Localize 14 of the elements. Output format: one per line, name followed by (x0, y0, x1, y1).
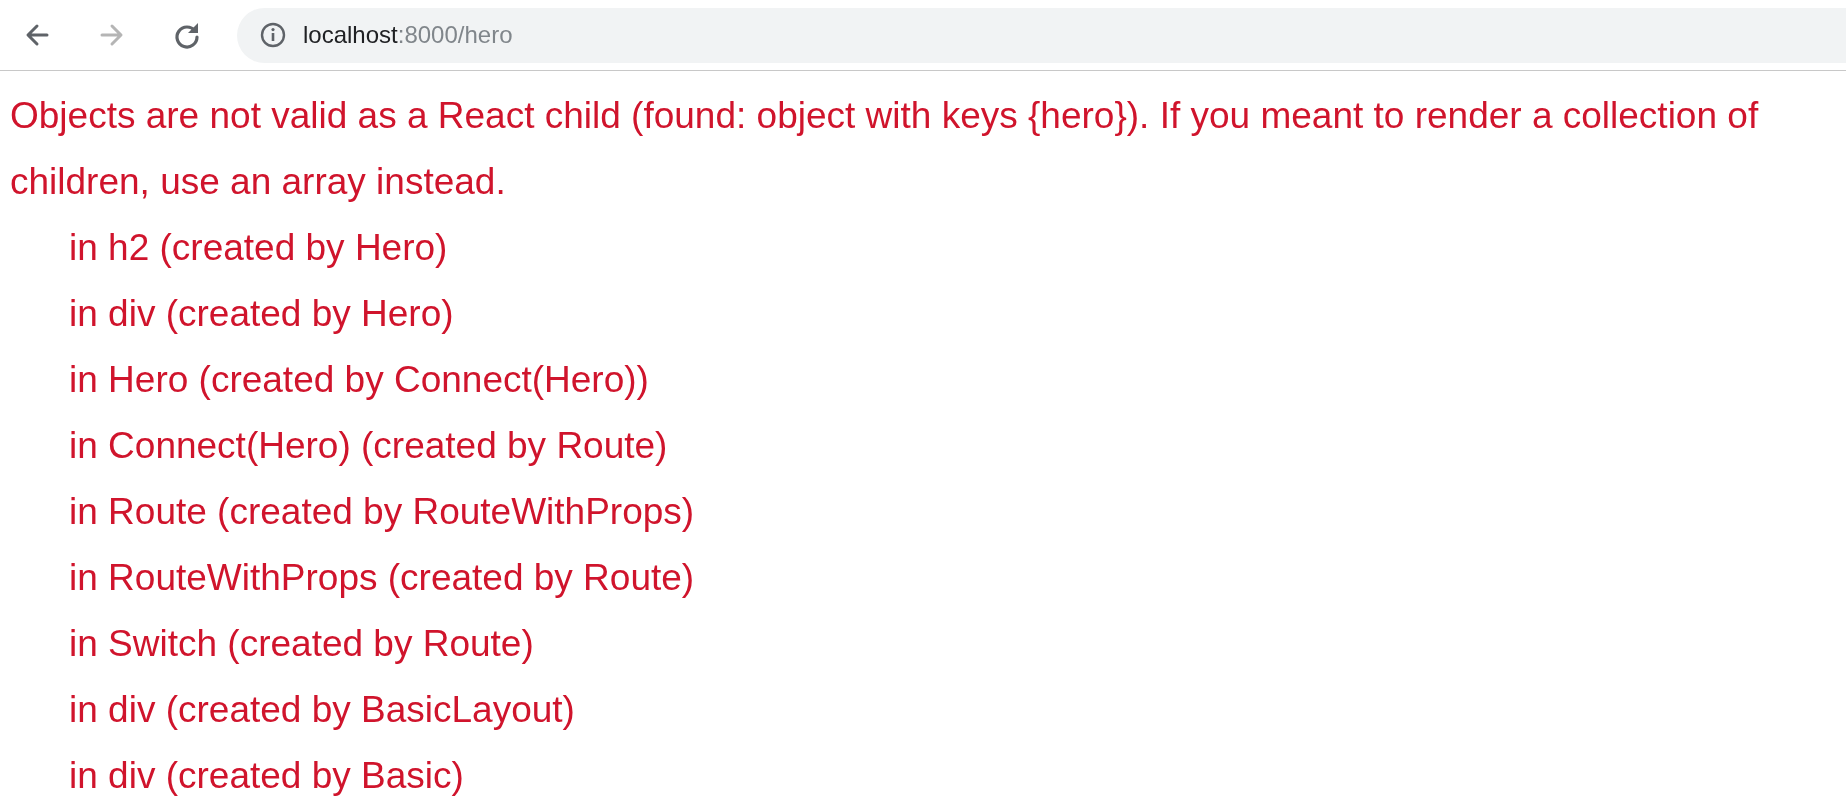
stack-trace-line: in div (created by Basic) (69, 755, 464, 796)
stack-trace-line: in div (created by BasicLayout) (69, 689, 575, 730)
address-bar[interactable]: localhost:8000/hero (237, 7, 1846, 63)
stack-trace-line: in h2 (created by Hero) (69, 227, 448, 268)
error-message: Objects are not valid as a React child (found: object with keys {hero}). If you meant to render a collection of children, use an array instead. (10, 94, 1760, 204)
stack-trace-line: in RouteWithProps (created by Route) (69, 557, 695, 598)
url-path: :8000/hero (397, 21, 513, 49)
stack-trace-line: in Route (created by RouteWithProps) (69, 491, 695, 532)
url-host: localhost (303, 21, 398, 49)
stack-trace-line: in div (created by Hero) (69, 293, 454, 334)
stack-trace-line: in Switch (created by Route) (69, 623, 534, 664)
info-icon[interactable] (260, 22, 286, 48)
stack-trace-line: in Hero (created by Connect(Hero)) (69, 359, 649, 400)
stack-trace-line: in Connect(Hero) (created by Route) (69, 425, 668, 466)
